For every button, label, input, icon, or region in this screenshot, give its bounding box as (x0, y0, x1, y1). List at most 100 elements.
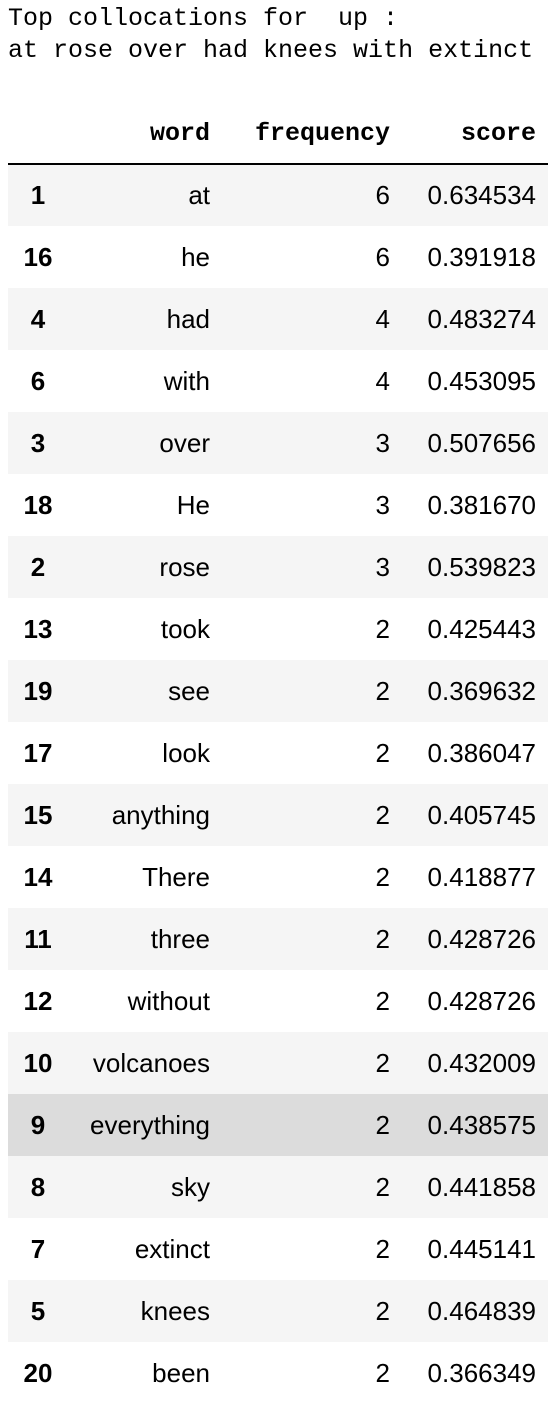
cell-word: been (152, 1357, 210, 1388)
cell-word: over (159, 427, 210, 458)
cell-output-text: Top collocations for up : at rose over ha… (8, 3, 533, 67)
cell-frequency: 4 (375, 303, 390, 334)
cell-score: 0.483274 (427, 303, 536, 334)
row-index: 13 (23, 613, 53, 644)
row-index: 3 (30, 427, 46, 458)
table-row-hovered: 9 everything 2 0.438575 (8, 1094, 548, 1156)
row-index: 9 (30, 1109, 46, 1140)
cell-frequency: 2 (375, 799, 390, 830)
cell-frequency: 6 (375, 241, 390, 272)
cell-score: 0.425443 (427, 613, 536, 644)
cell-score: 0.438575 (427, 1109, 536, 1140)
cell-score: 0.386047 (427, 737, 536, 768)
cell-word: look (162, 737, 210, 768)
header-score: score (390, 104, 548, 165)
table-row: 18 He 3 0.381670 (8, 474, 548, 536)
header-word: word (68, 104, 210, 165)
cell-frequency: 3 (375, 551, 390, 582)
cell-word: volcanoes (92, 1047, 210, 1078)
cell-frequency: 2 (375, 737, 390, 768)
table-row: 10 volcanoes 2 0.432009 (8, 1032, 548, 1094)
table-row: 4 had 4 0.483274 (8, 288, 548, 350)
row-index: 19 (23, 675, 53, 706)
cell-frequency: 2 (375, 675, 390, 706)
table-row: 1 at 6 0.634534 (8, 164, 548, 226)
cell-word: sky (171, 1171, 210, 1202)
row-index: 20 (23, 1357, 53, 1388)
cell-frequency: 2 (375, 1295, 390, 1326)
cell-word: took (160, 613, 210, 644)
header-frequency: frequency (210, 104, 390, 165)
cell-word: everything (90, 1109, 210, 1140)
table-row: 8 sky 2 0.441858 (8, 1156, 548, 1218)
cell-frequency: 3 (375, 489, 390, 520)
cell-score: 0.453095 (427, 365, 536, 396)
header-index (8, 104, 68, 165)
row-index: 12 (23, 985, 53, 1016)
table-row: 16 he 6 0.391918 (8, 226, 548, 288)
dataframe-container: word frequency score 1 at 6 0.634534 16 … (8, 104, 548, 1404)
cell-word: with (163, 365, 210, 396)
cell-score: 0.381670 (427, 489, 536, 520)
cell-score: 0.428726 (427, 985, 536, 1016)
cell-word: knees (140, 1295, 210, 1326)
cell-word: extinct (134, 1233, 210, 1264)
table-row: 13 took 2 0.425443 (8, 598, 548, 660)
cell-score: 0.418877 (427, 861, 536, 892)
row-index: 10 (23, 1047, 53, 1078)
cell-score: 0.445141 (427, 1233, 536, 1264)
row-index: 18 (23, 489, 53, 520)
cell-score: 0.366349 (427, 1357, 536, 1388)
row-index: 7 (30, 1233, 46, 1264)
cell-frequency: 2 (375, 1171, 390, 1202)
table-body: 1 at 6 0.634534 16 he 6 0.391918 4 had 4… (8, 164, 548, 1404)
cell-word: he (181, 241, 210, 272)
row-index: 16 (23, 241, 53, 272)
cell-score: 0.441858 (427, 1171, 536, 1202)
cell-frequency: 2 (375, 1109, 390, 1140)
cell-word: at (188, 180, 210, 210)
row-index: 17 (23, 737, 53, 768)
table-row: 2 rose 3 0.539823 (8, 536, 548, 598)
cell-score: 0.432009 (427, 1047, 536, 1078)
cell-frequency: 6 (375, 180, 390, 210)
row-index: 1 (30, 180, 46, 210)
cell-score: 0.428726 (427, 923, 536, 954)
cell-word: anything (111, 799, 210, 830)
cell-frequency: 2 (375, 1233, 390, 1264)
table-row: 7 extinct 2 0.445141 (8, 1218, 548, 1280)
cell-frequency: 2 (375, 861, 390, 892)
output-line-words: at rose over had knees with extinct (8, 36, 534, 65)
table-row: 6 with 4 0.453095 (8, 350, 548, 412)
header-row: word frequency score (8, 104, 548, 165)
cell-word: rose (159, 551, 210, 582)
cell-frequency: 4 (375, 365, 390, 396)
cell-word: There (142, 861, 210, 892)
table-header: word frequency score (8, 104, 548, 165)
table-row: 14 There 2 0.418877 (8, 846, 548, 908)
table-row: 20 been 2 0.366349 (8, 1342, 548, 1404)
table-row: 17 look 2 0.386047 (8, 722, 548, 784)
table-row: 15 anything 2 0.405745 (8, 784, 548, 846)
cell-score: 0.369632 (427, 675, 536, 706)
table-row: 19 see 2 0.369632 (8, 660, 548, 722)
cell-frequency: 2 (375, 1047, 390, 1078)
cell-word: had (166, 303, 210, 334)
row-index: 6 (30, 365, 46, 396)
table-row: 12 without 2 0.428726 (8, 970, 548, 1032)
cell-frequency: 2 (375, 985, 390, 1016)
cell-score: 0.464839 (427, 1295, 536, 1326)
cell-score: 0.634534 (427, 180, 536, 210)
cell-score: 0.507656 (427, 427, 536, 458)
row-index: 5 (30, 1295, 46, 1326)
output-line-title: Top collocations for up : (8, 4, 399, 33)
table-row: 3 over 3 0.507656 (8, 412, 548, 474)
cell-score: 0.405745 (427, 799, 536, 830)
cell-word: three (150, 923, 210, 954)
table-row: 11 three 2 0.428726 (8, 908, 548, 970)
row-index: 8 (30, 1171, 46, 1202)
cell-score: 0.391918 (427, 241, 536, 272)
row-index: 2 (30, 551, 46, 582)
cell-frequency: 2 (375, 613, 390, 644)
row-index: 4 (30, 303, 46, 334)
